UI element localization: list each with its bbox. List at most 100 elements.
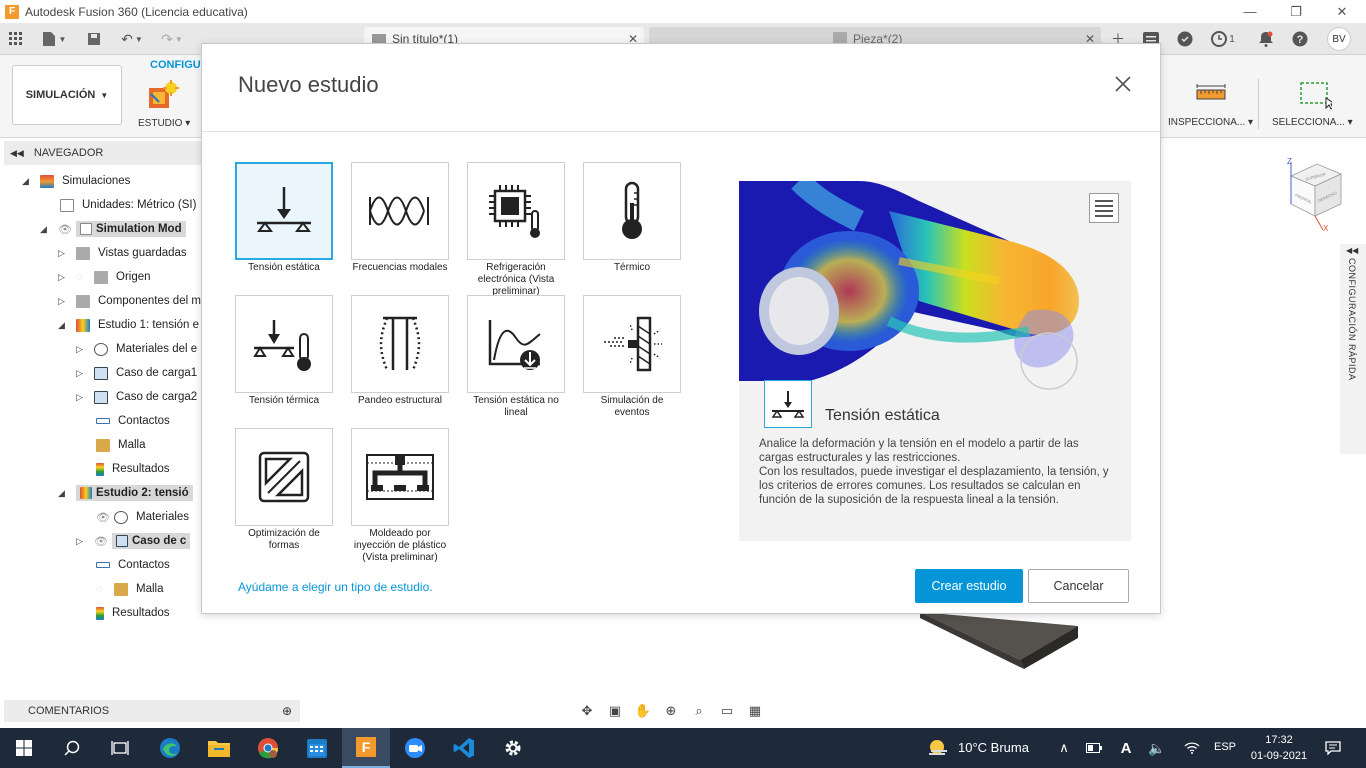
collapse-triangle-icon[interactable]: ◢	[58, 488, 68, 499]
browser-header[interactable]: ◀◀ NAVEGADOR	[4, 141, 204, 165]
file-explorer-icon[interactable]	[195, 728, 243, 768]
dialog-close-icon[interactable]	[1112, 74, 1134, 96]
create-study-button[interactable]: Crear estudio	[915, 569, 1023, 603]
display-settings-icon[interactable]: ▭	[716, 703, 738, 719]
tray-chevron-icon[interactable]: ∧	[1052, 728, 1076, 768]
expand-triangle-icon[interactable]: ▷	[76, 536, 86, 547]
input-language[interactable]: ESP	[1214, 741, 1236, 753]
tree-node-components[interactable]: ▷ Componentes del m	[58, 290, 201, 312]
study-electronics-cooling[interactable]: Refrigeración electrónica (Vista prelimi…	[467, 162, 565, 298]
minimize-button[interactable]: —	[1227, 0, 1273, 23]
notification-center-icon[interactable]	[1318, 728, 1348, 768]
collapse-triangle-icon[interactable]: ◢	[58, 320, 68, 331]
grid-settings-icon[interactable]: ▦	[744, 703, 766, 719]
study-thermal[interactable]: Térmico	[583, 162, 681, 274]
redo-icon[interactable]: ↷ ▼	[156, 29, 188, 49]
study-modal-frequencies[interactable]: Frecuencias modales	[351, 162, 449, 274]
collapse-triangle-icon[interactable]: ◢	[40, 224, 50, 235]
visibility-eye-icon[interactable]: 👁	[58, 223, 72, 236]
file-menu-icon[interactable]: ▼	[38, 29, 70, 49]
volume-icon[interactable]: 🔈	[1145, 728, 1169, 768]
study-group[interactable]: ESTUDIO ▾	[138, 80, 190, 129]
search-icon[interactable]	[48, 728, 96, 768]
quick-setup-panel[interactable]: ◀◀ CONFIGURACIÓN RÁPIDA	[1340, 244, 1366, 454]
visibility-eye-icon[interactable]: 👁	[94, 535, 108, 548]
tree-node-results-2[interactable]: Resultados	[96, 602, 170, 624]
battery-icon[interactable]	[1082, 728, 1106, 768]
expand-triangle-icon[interactable]: ▷	[58, 248, 68, 259]
expand-triangle-icon[interactable]: ▷	[76, 368, 86, 379]
vscode-icon[interactable]	[440, 728, 488, 768]
study-static-stress[interactable]: Tensión estática	[235, 162, 333, 274]
edge-browser-icon[interactable]	[146, 728, 194, 768]
viewcube[interactable]: Z X SUPERIOR FRONTAL DERECHO	[1283, 157, 1342, 233]
tree-node-load-case-1[interactable]: ▷ Caso de carga1	[76, 362, 197, 384]
tree-node-load-case-3[interactable]: ▷ 👁 Caso de c	[76, 530, 191, 552]
tree-node-simulaciones[interactable]: ◢ Simulaciones	[22, 170, 130, 192]
windows-start-icon[interactable]	[0, 728, 48, 768]
tree-node-units[interactable]: Unidades: Métrico (SI)	[60, 194, 196, 216]
user-avatar[interactable]: BV	[1327, 27, 1351, 51]
list-view-icon[interactable]	[1089, 193, 1119, 223]
restore-button[interactable]: ❐	[1273, 0, 1319, 23]
tree-node-study-1[interactable]: ◢ Estudio 1: tensión e	[58, 314, 199, 336]
notifications-bell-icon[interactable]	[1256, 29, 1276, 49]
data-panel-grid-icon[interactable]	[6, 29, 26, 49]
tree-node-saved-views[interactable]: ▷ Vistas guardadas	[58, 242, 187, 264]
save-icon[interactable]	[84, 29, 104, 49]
expand-triangle-icon[interactable]: ▷	[58, 296, 68, 307]
study-structural-buckling[interactable]: Pandeo estructural	[351, 295, 449, 407]
study-nonlinear-static-stress[interactable]: Tensión estática no lineal	[467, 295, 565, 419]
fusion360-taskbar-icon[interactable]: F	[342, 728, 390, 768]
collapse-panel-icon[interactable]: ◀◀	[10, 148, 24, 159]
calendar-app-icon[interactable]	[293, 728, 341, 768]
tree-node-mesh-1[interactable]: Malla	[96, 434, 145, 456]
tree-node-materials-1[interactable]: ▷ Materiales del e	[76, 338, 197, 360]
add-comment-icon[interactable]: ⊕	[282, 704, 292, 718]
weather-icon[interactable]	[925, 728, 951, 768]
sync-icon[interactable]	[1175, 29, 1195, 49]
job-status-icon[interactable]: 1	[1208, 29, 1238, 49]
study-shape-optimization[interactable]: Optimización de formas	[235, 428, 333, 552]
pan-hand-icon[interactable]: ✋	[632, 703, 654, 719]
comments-panel[interactable]: COMENTARIOS ⊕	[4, 700, 300, 722]
zoom-icon[interactable]: ⊕	[660, 703, 682, 719]
study-event-simulation[interactable]: Simulación de eventos	[583, 295, 681, 419]
tree-node-results-1[interactable]: Resultados	[96, 458, 170, 480]
chrome-icon[interactable]	[244, 728, 292, 768]
tree-node-materials-2[interactable]: 👁 Materiales	[96, 506, 189, 528]
task-view-icon[interactable]	[96, 728, 144, 768]
wifi-icon[interactable]	[1180, 728, 1204, 768]
inspect-group[interactable]: INSPECCIONA... ▾	[1168, 80, 1253, 128]
cancel-button[interactable]: Cancelar	[1028, 569, 1129, 603]
undo-icon[interactable]: ↶ ▼	[116, 29, 148, 49]
tab-configurar[interactable]: CONFIGUR	[150, 59, 209, 71]
tree-node-study-2[interactable]: ◢ Estudio 2: tensió	[58, 482, 193, 504]
tree-node-contacts-1[interactable]: Contactos	[96, 410, 170, 432]
tree-node-load-case-2[interactable]: ▷ Caso de carga2	[76, 386, 197, 408]
zoom-app-icon[interactable]	[391, 728, 439, 768]
look-at-icon[interactable]: ▣	[604, 703, 626, 719]
tree-node-contacts-2[interactable]: Contactos	[96, 554, 170, 576]
system-clock[interactable]: 17:32 01-09-2021	[1248, 732, 1310, 764]
study-plastic-injection-molding[interactable]: Moldeado por inyección de plástico (Vist…	[351, 428, 449, 564]
help-choose-study-link[interactable]: Ayúdame a elegir un tipo de estudio.	[238, 580, 433, 594]
tree-node-mesh-2[interactable]: ◌ Malla	[96, 578, 163, 600]
pen-workspace-icon[interactable]: A	[1114, 728, 1138, 768]
expand-triangle-icon[interactable]: ▷	[76, 344, 86, 355]
hidden-eye-icon[interactable]: ◌	[96, 583, 110, 595]
collapse-triangle-icon[interactable]: ◢	[22, 176, 32, 187]
workspace-switcher[interactable]: SIMULACIÓN ▼	[12, 65, 122, 125]
select-group[interactable]: SELECCIONA... ▾	[1272, 80, 1353, 128]
study-thermal-stress[interactable]: Tensión térmica	[235, 295, 333, 407]
tree-node-simulation-model[interactable]: ◢ 👁 Simulation Mod	[40, 218, 186, 240]
hidden-eye-icon[interactable]: ◌	[76, 271, 90, 283]
visibility-eye-icon[interactable]: 👁	[96, 511, 110, 524]
settings-gear-icon[interactable]	[489, 728, 537, 768]
expand-panel-icon[interactable]: ◀◀	[1346, 246, 1358, 255]
zoom-window-icon[interactable]: ⌕	[688, 703, 710, 719]
close-window-button[interactable]: ✕	[1319, 0, 1365, 23]
help-icon[interactable]: ?	[1290, 29, 1310, 49]
orbit-icon[interactable]: ✥	[576, 703, 598, 719]
tree-node-origin[interactable]: ▷ ◌ Origen	[58, 266, 151, 288]
